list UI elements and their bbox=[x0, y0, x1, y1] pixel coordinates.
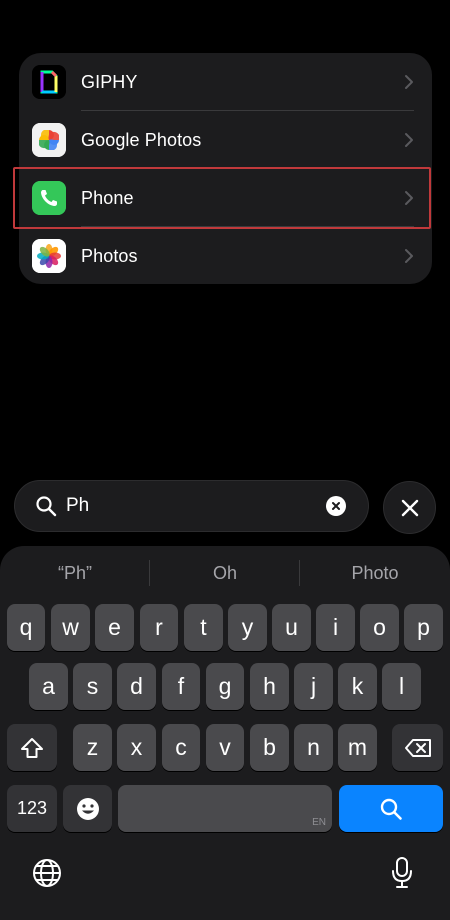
app-label: Google Photos bbox=[81, 129, 202, 150]
search-icon bbox=[380, 798, 402, 820]
backspace-key[interactable] bbox=[392, 724, 443, 771]
clear-search-button[interactable] bbox=[326, 496, 346, 516]
key-s[interactable]: s bbox=[73, 663, 112, 710]
chevron-right-icon bbox=[405, 75, 413, 89]
close-icon bbox=[332, 502, 340, 510]
key-h[interactable]: h bbox=[250, 663, 289, 710]
google-photos-icon bbox=[32, 123, 66, 157]
key-j[interactable]: j bbox=[294, 663, 333, 710]
backspace-icon bbox=[404, 738, 431, 757]
emoji-key[interactable] bbox=[63, 785, 112, 832]
microphone-icon[interactable] bbox=[390, 856, 414, 890]
search-icon bbox=[36, 496, 57, 517]
language-tag: EN bbox=[312, 817, 326, 828]
suggestion-item[interactable]: “Ph” bbox=[0, 563, 150, 584]
key-y[interactable]: y bbox=[228, 604, 267, 651]
app-label: GIPHY bbox=[81, 71, 138, 92]
key-z[interactable]: z bbox=[73, 724, 112, 771]
chevron-right-icon bbox=[405, 133, 413, 147]
chevron-right-icon bbox=[405, 191, 413, 205]
space-key[interactable]: EN bbox=[118, 785, 332, 832]
close-button[interactable] bbox=[383, 481, 436, 534]
key-o[interactable]: o bbox=[360, 604, 399, 651]
key-e[interactable]: e bbox=[95, 604, 134, 651]
suggestion-item[interactable]: Photo bbox=[300, 563, 450, 584]
giphy-icon bbox=[32, 65, 66, 99]
key-k[interactable]: k bbox=[338, 663, 377, 710]
numbers-key[interactable]: 123 bbox=[7, 785, 57, 832]
phone-icon bbox=[32, 181, 66, 215]
app-row-google-photos[interactable]: Google Photos bbox=[19, 111, 432, 169]
key-m[interactable]: m bbox=[338, 724, 377, 771]
key-i[interactable]: i bbox=[316, 604, 355, 651]
key-g[interactable]: g bbox=[206, 663, 244, 710]
suggestion-bar: “Ph” Oh Photo bbox=[0, 546, 450, 602]
globe-icon[interactable] bbox=[31, 857, 63, 889]
emoji-icon bbox=[76, 797, 99, 820]
app-row-giphy[interactable]: GIPHY bbox=[19, 53, 432, 111]
key-v[interactable]: v bbox=[206, 724, 244, 771]
search-input[interactable]: Ph bbox=[66, 495, 89, 517]
key-r[interactable]: r bbox=[140, 604, 178, 651]
app-label: Photos bbox=[81, 245, 138, 266]
key-d[interactable]: d bbox=[117, 663, 156, 710]
search-bar[interactable]: Ph bbox=[14, 480, 369, 532]
key-f[interactable]: f bbox=[162, 663, 200, 710]
key-w[interactable]: w bbox=[51, 604, 90, 651]
app-list: GIPHY Google Photos Phone Photos bbox=[19, 53, 432, 284]
key-b[interactable]: b bbox=[250, 724, 289, 771]
shift-key[interactable] bbox=[7, 724, 57, 771]
key-x[interactable]: x bbox=[117, 724, 156, 771]
key-t[interactable]: t bbox=[184, 604, 223, 651]
suggestion-item[interactable]: Oh bbox=[150, 563, 300, 584]
chevron-right-icon bbox=[405, 249, 413, 263]
app-label: Phone bbox=[81, 187, 134, 208]
key-u[interactable]: u bbox=[272, 604, 311, 651]
app-row-photos[interactable]: Photos bbox=[19, 227, 432, 285]
photos-icon bbox=[32, 239, 66, 273]
shift-icon bbox=[21, 737, 43, 758]
key-l[interactable]: l bbox=[382, 663, 421, 710]
search-key[interactable] bbox=[339, 785, 443, 832]
key-c[interactable]: c bbox=[162, 724, 200, 771]
key-p[interactable]: p bbox=[404, 604, 443, 651]
key-q[interactable]: q bbox=[7, 604, 45, 651]
key-a[interactable]: a bbox=[29, 663, 68, 710]
key-n[interactable]: n bbox=[294, 724, 333, 771]
app-row-phone[interactable]: Phone bbox=[19, 169, 432, 227]
close-icon bbox=[401, 499, 418, 516]
